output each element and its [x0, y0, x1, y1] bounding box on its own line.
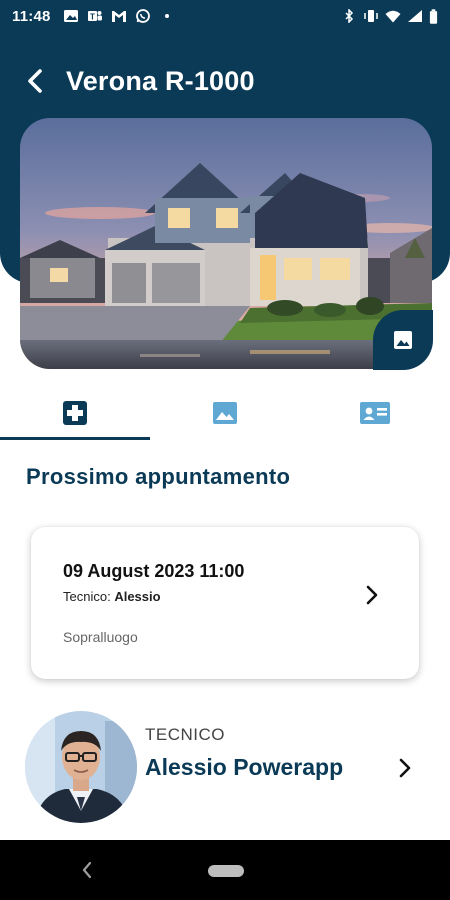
chevron-right-icon — [366, 585, 378, 605]
tab-photos[interactable] — [150, 384, 300, 442]
change-photo-button[interactable] — [373, 310, 433, 370]
vibrate-icon — [364, 10, 378, 22]
tab-bar — [0, 384, 450, 442]
gmail-icon — [111, 11, 126, 22]
property-photo — [20, 118, 432, 369]
technician-photo — [25, 711, 137, 823]
status-notification-icons: T — [63, 9, 175, 23]
appointment-technician-name: Alessio — [114, 589, 161, 604]
technician-name: Alessio Powerapp — [145, 754, 344, 780]
system-navigation-bar — [0, 840, 450, 900]
image-icon — [213, 402, 237, 424]
back-button[interactable] — [16, 61, 56, 101]
appointment-card[interactable]: 09 August 2023 11:00 Tecnico: Alessio So… — [31, 527, 419, 679]
signal-icon — [408, 10, 422, 22]
appointment-technician: Tecnico: Alessio — [63, 589, 161, 604]
house-illustration — [20, 118, 432, 369]
technician-role-label: TECNICO — [145, 725, 225, 744]
appointment-type: Sopralluogo — [63, 629, 138, 645]
screen: 11:48 T Verona R-1000 Prossimo appuntame… — [0, 0, 450, 900]
whatsapp-icon — [135, 9, 150, 23]
wifi-icon — [385, 10, 401, 23]
teams-icon: T — [87, 11, 102, 22]
nav-back-icon[interactable] — [80, 860, 94, 880]
photo-icon — [63, 10, 78, 22]
nav-home-pill[interactable] — [208, 865, 244, 877]
tab-overview[interactable] — [0, 384, 150, 442]
dot-icon — [164, 14, 169, 18]
tab-contact[interactable] — [300, 384, 450, 442]
svg-text:T: T — [90, 13, 95, 22]
status-bar: 11:48 T — [0, 0, 450, 32]
app-bar: Verona R-1000 — [0, 58, 450, 104]
avatar — [25, 711, 137, 823]
battery-icon — [429, 8, 438, 24]
arrow-left-icon — [28, 69, 42, 93]
section-title: Prossimo appuntamento — [26, 464, 291, 489]
medical-cross-icon — [63, 401, 87, 425]
status-time: 11:48 — [12, 7, 51, 25]
chevron-right-icon — [399, 758, 411, 778]
bluetooth-icon — [345, 9, 354, 23]
appointment-technician-label: Tecnico: — [63, 589, 115, 604]
status-system-icons — [341, 8, 438, 24]
image-icon — [394, 331, 412, 349]
contact-card-icon — [360, 402, 390, 424]
technician-row[interactable]: TECNICO Alessio Powerapp — [0, 708, 450, 826]
appointment-date: 09 August 2023 11:00 — [63, 561, 245, 581]
page-title: Verona R-1000 — [66, 65, 255, 96]
